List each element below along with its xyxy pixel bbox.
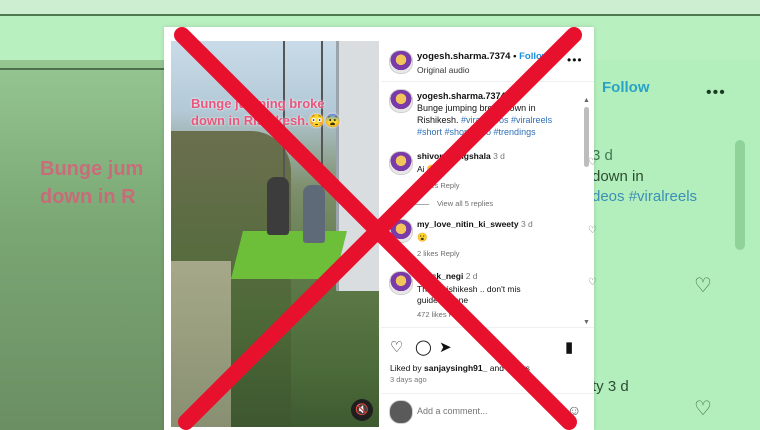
video-jump-platform	[231, 231, 347, 279]
author-username[interactable]: yogesh.sharma.7374	[417, 51, 510, 62]
video-overlay-text: Bunge jumping broke down in Rishikesh.😳😨	[191, 96, 342, 128]
comment-item: shivom_singshala 3 d Ai 😅 2 likes Reply …	[389, 151, 597, 190]
avatar[interactable]	[389, 271, 413, 295]
follow-button[interactable]: Follow	[519, 51, 549, 62]
avatar[interactable]	[389, 151, 413, 175]
comment-user[interactable]: shivom_singshala 3 d	[417, 151, 579, 161]
post-side-panel: yogesh.sharma.7374 • Follow Original aud…	[381, 41, 597, 428]
comment-meta[interactable]: 472 likes Reply	[417, 310, 579, 319]
caption-username[interactable]: yogesh.sharma.7374	[417, 91, 506, 101]
posted-time[interactable]: 3 days ago	[390, 375, 427, 384]
comment-text: Ai 😅	[417, 164, 438, 174]
share-send-icon[interactable]: ➤	[439, 338, 452, 356]
background-top-strip	[0, 0, 760, 16]
view-replies-link[interactable]: View all 5 replies	[415, 199, 493, 208]
comment-age: 3 d	[520, 219, 533, 229]
background-video-frame	[0, 60, 165, 430]
background-follow-button: Follow	[602, 79, 650, 96]
background-cable	[0, 68, 165, 70]
background-heart-icon: ♡	[694, 275, 712, 297]
liked-by-user[interactable]: sanjaysingh91_	[424, 363, 487, 373]
video-tower	[336, 41, 379, 291]
comment-user[interactable]: im_sk_negi 2 d	[417, 271, 579, 281]
comment-text: 😮	[417, 232, 428, 242]
instagram-post-modal: Bunge jumping broke down in Rishikesh.😳😨…	[164, 27, 597, 430]
avatar[interactable]	[389, 50, 413, 74]
video-person	[303, 185, 325, 243]
post-header: yogesh.sharma.7374 • Follow Original aud…	[381, 41, 594, 82]
heart-icon[interactable]: ♡	[588, 225, 597, 236]
mute-icon[interactable]: 🔇	[351, 399, 373, 421]
liked-by: Liked by sanjaysingh91_ and others	[390, 363, 530, 373]
comment-meta[interactable]: 2 likes Reply	[417, 181, 579, 190]
scroll-thumb[interactable]	[584, 107, 589, 167]
heart-icon[interactable]: ♡	[588, 277, 597, 288]
comment-text: This is rishikesh .. don't mis guide any…	[417, 284, 521, 305]
background-more-icon: •••	[706, 84, 726, 101]
background-comment-fragment: ty 3 d	[592, 378, 629, 395]
comment-item: my_love_nitin_ki_sweety 3 d 😮 2 likes Re…	[389, 219, 597, 258]
heart-icon[interactable]: ♡	[588, 157, 597, 168]
background-scrollbar	[735, 140, 745, 250]
add-comment-bar: ☺	[381, 393, 594, 428]
comments-scrollbar[interactable]: ▲ ▼	[583, 97, 590, 327]
save-bookmark-icon[interactable]: ▮	[565, 338, 573, 356]
background-heart-icon: ♡	[694, 398, 712, 420]
liked-by-suffix[interactable]: and others	[490, 363, 530, 373]
more-options-icon[interactable]: •••	[567, 53, 583, 67]
comment-item: im_sk_negi 2 d This is rishikesh .. don'…	[389, 271, 597, 319]
scroll-up-icon[interactable]: ▲	[583, 97, 590, 104]
post-actions: ♡ ◯ ➤ ▮	[381, 327, 594, 368]
comment-bubble-icon[interactable]: ◯	[415, 338, 432, 356]
post-author[interactable]: yogesh.sharma.7374 • Follow	[417, 51, 549, 62]
divider	[415, 203, 429, 205]
comment-meta[interactable]: 2 likes Reply	[417, 249, 579, 258]
like-heart-icon[interactable]: ♡	[390, 338, 403, 356]
comment-age: 2 d	[465, 271, 478, 281]
background-hashtag-fragment: deos #viralreels	[592, 188, 698, 205]
avatar[interactable]	[389, 219, 413, 243]
audio-label[interactable]: Original audio	[417, 65, 469, 75]
video-person	[267, 177, 289, 235]
add-comment-input[interactable]	[417, 404, 557, 418]
avatar[interactable]	[389, 89, 413, 113]
scroll-down-icon[interactable]: ▼	[583, 319, 590, 326]
background-caption-fragment: down in	[592, 168, 644, 185]
comment-user[interactable]: my_love_nitin_ki_sweety 3 d	[417, 219, 579, 229]
caption-text: Bunge jumping broke down in Rishikesh. #…	[417, 102, 577, 138]
video-river	[171, 261, 231, 427]
separator: •	[513, 51, 517, 62]
liked-by-prefix: Liked by	[390, 363, 422, 373]
emoji-icon[interactable]: ☺	[567, 402, 581, 418]
reel-video[interactable]: Bunge jumping broke down in Rishikesh.😳😨…	[171, 41, 379, 427]
avatar	[389, 400, 413, 424]
comment-age: 3 d	[493, 151, 505, 161]
